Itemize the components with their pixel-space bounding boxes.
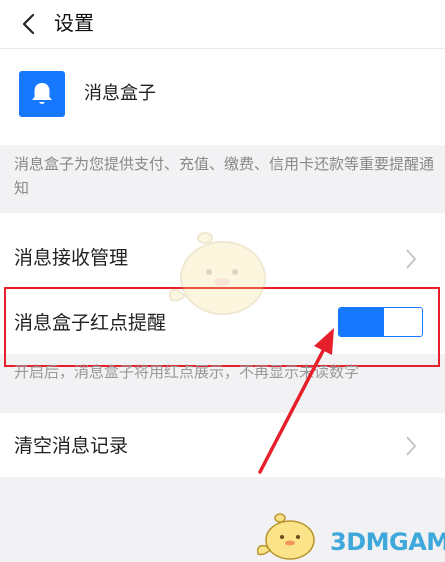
clear-records-row[interactable]: 清空消息记录 (0, 413, 445, 477)
app-icon-tile (19, 71, 65, 117)
bell-icon (32, 83, 52, 104)
back-arrow-icon[interactable] (18, 12, 42, 36)
page-title: 设置 (54, 11, 94, 35)
app-description: 消息盒子为您提供支付、充值、缴费、信用卡还款等重要提醒通知 (14, 155, 435, 197)
chevron-right-icon (406, 249, 417, 269)
receive-management-label: 消息接收管理 (14, 247, 129, 269)
app-info-row: 消息盒子 (0, 48, 445, 145)
red-dot-hint: 开启后，消息盒子将用红点展示，不再显示未读数字 (14, 363, 360, 381)
watermark-text: 3DMGAME (330, 528, 445, 556)
header-bar: 设置 (0, 0, 445, 48)
mascot-logo-icon (256, 513, 315, 560)
mascot-watermark-icon (168, 232, 266, 315)
app-name: 消息盒子 (84, 83, 156, 104)
clear-records-label: 清空消息记录 (14, 435, 129, 457)
chevron-right-icon (406, 436, 417, 456)
